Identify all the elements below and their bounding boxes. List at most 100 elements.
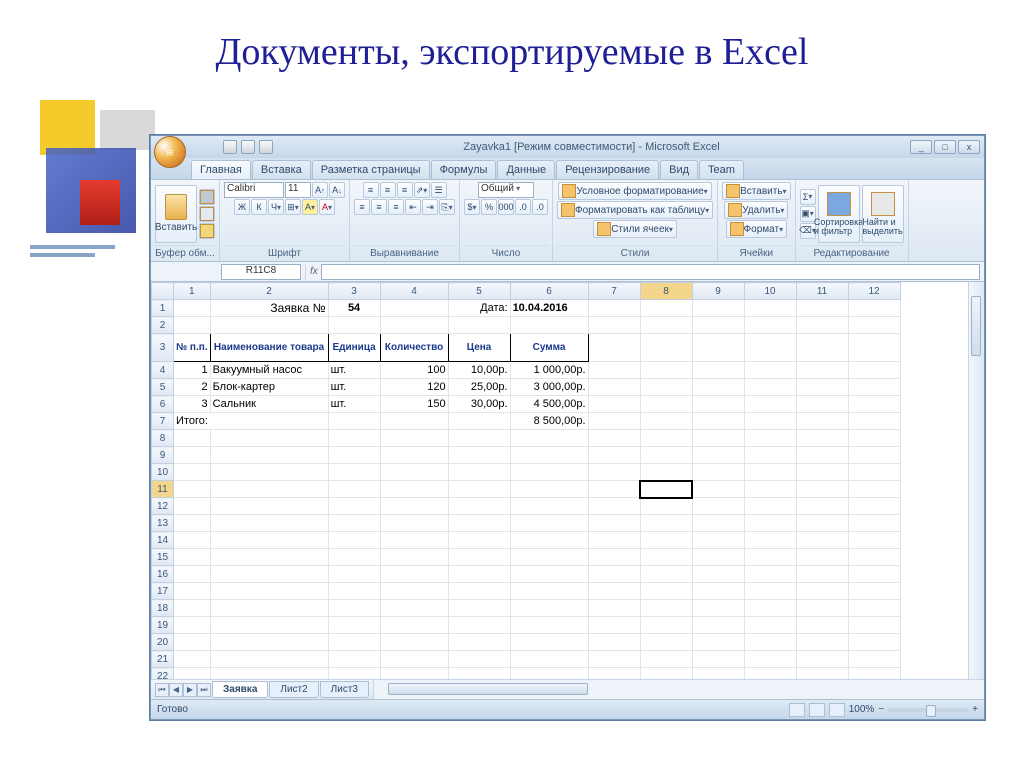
active-cell[interactable] — [640, 481, 692, 498]
col-header[interactable]: 2 — [210, 283, 328, 300]
comma-button[interactable]: 000 — [498, 199, 514, 215]
cell[interactable]: 1 — [174, 362, 211, 379]
cell[interactable]: Заявка № — [210, 300, 328, 317]
sheet-tab-3[interactable]: Лист3 — [320, 681, 369, 698]
increase-indent-button[interactable]: ⇥ — [422, 199, 438, 215]
spreadsheet-grid[interactable]: 1 2 3 4 5 6 7 8 9 10 11 12 1 Заявка № 54… — [151, 282, 901, 679]
row-header[interactable]: 1 — [152, 300, 174, 317]
view-pagebreak-button[interactable] — [829, 703, 845, 717]
save-icon[interactable] — [223, 140, 237, 154]
merge-button[interactable]: ⎘ — [439, 199, 455, 215]
row-header[interactable]: 16 — [152, 566, 174, 583]
row-header[interactable]: 6 — [152, 396, 174, 413]
paste-button[interactable]: Вставить — [155, 185, 197, 243]
sort-filter-button[interactable]: Сортировка и фильтр — [818, 185, 860, 243]
row-header[interactable]: 14 — [152, 532, 174, 549]
increase-decimal-button[interactable]: .0 — [515, 199, 531, 215]
fill-color-button[interactable]: A — [302, 199, 318, 215]
undo-icon[interactable] — [241, 140, 255, 154]
col-header[interactable]: 10 — [744, 283, 796, 300]
col-header[interactable]: 1 — [174, 283, 211, 300]
wrap-text-button[interactable]: ☰ — [431, 182, 447, 198]
grow-font-button[interactable]: A↑ — [312, 182, 328, 198]
autosum-button[interactable]: Σ — [800, 189, 816, 205]
align-left-button[interactable]: ≡ — [354, 199, 370, 215]
cell[interactable]: 3 — [174, 396, 211, 413]
table-header[interactable]: № п.п. — [174, 334, 211, 362]
cell[interactable]: 1 000,00р. — [510, 362, 588, 379]
number-format-select[interactable]: Общий — [478, 182, 534, 198]
tab-team[interactable]: Team — [699, 160, 744, 179]
table-header[interactable]: Единица — [328, 334, 380, 362]
view-normal-button[interactable] — [789, 703, 805, 717]
cell[interactable]: 2 — [174, 379, 211, 396]
row-header[interactable]: 4 — [152, 362, 174, 379]
delete-cells-button[interactable]: Удалить — [724, 201, 788, 219]
close-button[interactable]: x — [958, 140, 980, 154]
col-header[interactable]: 3 — [328, 283, 380, 300]
sheet-nav-prev[interactable]: ◀ — [169, 683, 183, 697]
horizontal-scrollbar[interactable] — [373, 680, 984, 699]
zoom-out-button[interactable]: − — [878, 704, 884, 715]
cell[interactable]: шт. — [328, 362, 380, 379]
orientation-button[interactable]: ⇗ — [414, 182, 430, 198]
minimize-button[interactable]: _ — [910, 140, 932, 154]
sheet-nav-next[interactable]: ▶ — [183, 683, 197, 697]
scroll-thumb[interactable] — [971, 296, 981, 356]
redo-icon[interactable] — [259, 140, 273, 154]
decrease-decimal-button[interactable]: .0 — [532, 199, 548, 215]
cell[interactable]: 54 — [328, 300, 380, 317]
row-header[interactable]: 20 — [152, 634, 174, 651]
conditional-format-button[interactable]: Условное форматирование — [558, 182, 711, 200]
col-header[interactable]: 8 — [640, 283, 692, 300]
align-right-button[interactable]: ≡ — [388, 199, 404, 215]
zoom-level[interactable]: 100% — [849, 704, 875, 715]
row-header[interactable]: 19 — [152, 617, 174, 634]
row-header[interactable]: 11 — [152, 481, 174, 498]
copy-button[interactable] — [199, 206, 215, 222]
col-header[interactable]: 7 — [588, 283, 640, 300]
currency-button[interactable]: $ — [464, 199, 480, 215]
font-size-select[interactable]: 11 — [285, 182, 311, 198]
cell-styles-button[interactable]: Стили ячеек — [593, 220, 677, 238]
percent-button[interactable]: % — [481, 199, 497, 215]
sheet-nav-last[interactable]: ⏭ — [197, 683, 211, 697]
table-header[interactable]: Сумма — [510, 334, 588, 362]
row-header[interactable]: 10 — [152, 464, 174, 481]
row-header[interactable]: 3 — [152, 334, 174, 362]
row-header[interactable]: 2 — [152, 317, 174, 334]
select-all-corner[interactable] — [152, 283, 174, 300]
office-button[interactable]: ⊞ — [154, 136, 186, 168]
scroll-thumb[interactable] — [388, 683, 588, 695]
name-box[interactable]: R11C8 — [221, 264, 301, 280]
row-header[interactable]: 22 — [152, 668, 174, 680]
zoom-slider[interactable] — [888, 708, 968, 712]
align-middle-button[interactable]: ≡ — [380, 182, 396, 198]
format-cells-button[interactable]: Формат — [726, 220, 788, 238]
cell[interactable]: 25,00р. — [448, 379, 510, 396]
tab-home[interactable]: Главная — [191, 160, 251, 179]
font-name-select[interactable]: Calibri — [224, 182, 284, 198]
zoom-in-button[interactable]: + — [972, 704, 978, 715]
row-header[interactable]: 18 — [152, 600, 174, 617]
row-header[interactable]: 8 — [152, 430, 174, 447]
tab-view[interactable]: Вид — [660, 160, 698, 179]
cell[interactable]: 10.04.2016 — [510, 300, 588, 317]
table-header[interactable]: Наименование товара — [210, 334, 328, 362]
view-layout-button[interactable] — [809, 703, 825, 717]
cell[interactable]: 10,00р. — [448, 362, 510, 379]
decrease-indent-button[interactable]: ⇤ — [405, 199, 421, 215]
cell[interactable]: Вакуумный насос — [210, 362, 328, 379]
row-header[interactable]: 7 — [152, 413, 174, 430]
tab-data[interactable]: Данные — [497, 160, 555, 179]
maximize-button[interactable]: □ — [934, 140, 956, 154]
find-select-button[interactable]: Найти и выделить — [862, 185, 904, 243]
cell[interactable]: шт. — [328, 396, 380, 413]
tab-insert[interactable]: Вставка — [252, 160, 311, 179]
cell[interactable]: 3 000,00р. — [510, 379, 588, 396]
underline-button[interactable]: Ч — [268, 199, 284, 215]
insert-cells-button[interactable]: Вставить — [722, 182, 790, 200]
tab-layout[interactable]: Разметка страницы — [312, 160, 430, 179]
cell[interactable]: 100 — [380, 362, 448, 379]
cell[interactable]: Блок-картер — [210, 379, 328, 396]
